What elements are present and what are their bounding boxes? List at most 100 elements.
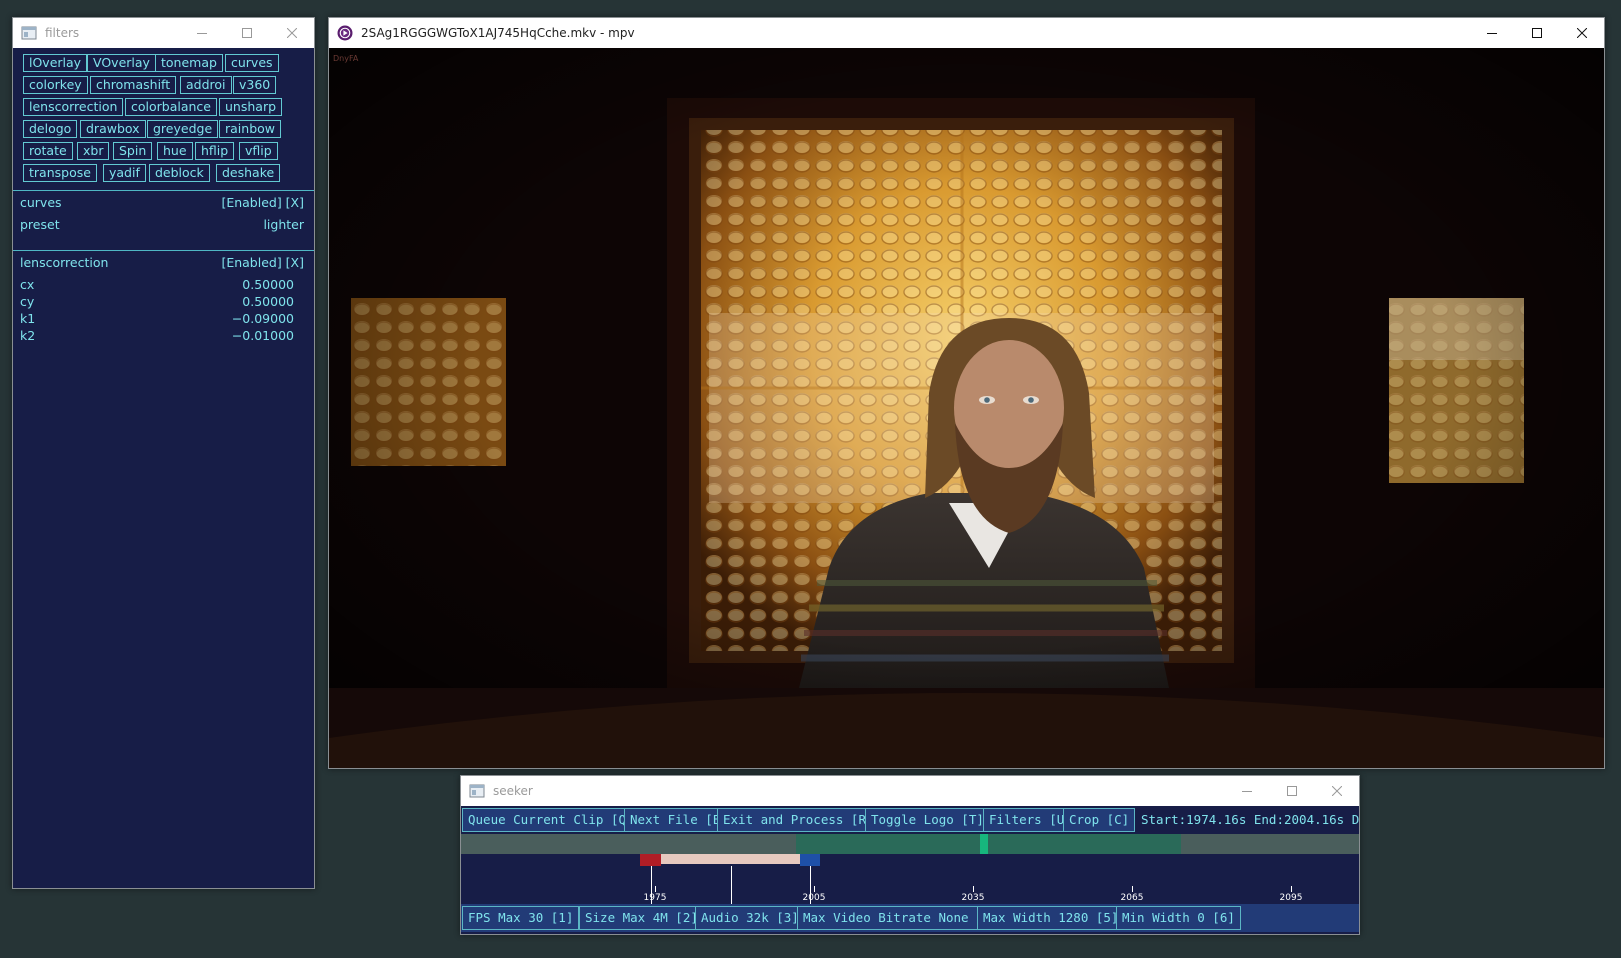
size-max-button[interactable]: Size Max 4M [2] (579, 906, 704, 930)
param-value[interactable]: −0.09000 (232, 310, 294, 328)
filter-chip-curves[interactable]: curves (225, 54, 279, 72)
filter-chip-colorbalance[interactable]: colorbalance (125, 98, 217, 116)
maximize-button[interactable] (1269, 776, 1314, 806)
video-scene (329, 48, 1604, 768)
timeline-tick (1132, 886, 1133, 892)
minimize-icon (1241, 791, 1252, 792)
filter-chip-drawbox[interactable]: drawbox (80, 120, 146, 138)
close-icon (286, 28, 297, 38)
filter-chip-deshake[interactable]: deshake (216, 164, 281, 182)
filter-chip-unsharp[interactable]: unsharp (219, 98, 283, 116)
param-key: cy (20, 294, 35, 309)
filter-chip-greyedge[interactable]: greyedge (147, 120, 219, 138)
filter-chip-chromashift[interactable]: chromashift (90, 76, 177, 94)
crop-button[interactable]: Crop [C] (1063, 808, 1136, 832)
filter-chip-deblock[interactable]: deblock (149, 164, 210, 182)
filter-chip-xbr[interactable]: xbr (77, 142, 110, 160)
video-frame[interactable]: DnyFA (329, 48, 1604, 768)
filters-window: filters lOverlay VOverlay tonemap curves… (12, 17, 315, 889)
close-button[interactable] (1559, 18, 1604, 48)
minimize-icon (196, 33, 207, 34)
filter-chip-rainbow[interactable]: rainbow (219, 120, 281, 138)
filters-titlebar[interactable]: filters (13, 18, 314, 48)
filter-chip-vflip[interactable]: vflip (239, 142, 278, 160)
filter-param-row[interactable]: k1 −0.09000 (20, 310, 304, 328)
filter-chip-colorkey[interactable]: colorkey (23, 76, 88, 94)
filter-param-row[interactable]: cy 0.50000 (20, 293, 304, 311)
maximize-button[interactable] (1514, 18, 1559, 48)
max-video-bitrate-button[interactable]: Max Video Bitrate None [4] (797, 906, 1005, 930)
section-divider (13, 250, 314, 251)
active-filter-header: curves [Enabled] [X] (20, 194, 304, 212)
clip-end-marker[interactable] (800, 854, 820, 866)
filters-panel: lOverlay VOverlay tonemap curves colorke… (13, 48, 314, 888)
filter-chip-spin[interactable]: Spin (113, 142, 153, 160)
timeline-tick (814, 886, 815, 892)
filter-param-row[interactable]: k2 −0.01000 (20, 327, 304, 345)
maximize-button[interactable] (224, 18, 269, 48)
active-filter-status-toggle[interactable]: [Enabled] [X] (221, 254, 304, 272)
mpv-logo-icon (337, 25, 353, 41)
param-key: cx (20, 277, 35, 292)
param-value[interactable]: 0.50000 (242, 293, 294, 311)
window-app-icon (21, 26, 37, 40)
mpv-window: 2SAg1RGGGWGToX1AJ745HqCche.mkv - mpv Dny… (328, 17, 1605, 769)
min-width-button[interactable]: Min Width 0 [6] (1116, 906, 1241, 930)
filter-chip-v360[interactable]: v360 (233, 76, 277, 94)
filter-param-row[interactable]: preset lighter (20, 216, 304, 234)
filter-chip-voverlay[interactable]: VOverlay (87, 54, 156, 72)
timeline[interactable]: 1975 2005 2035 2065 2095 (461, 854, 1359, 904)
close-icon (1576, 28, 1587, 38)
filter-chip-loverlay[interactable]: lOverlay (23, 54, 88, 72)
audio-bitrate-button[interactable]: Audio 32k [3] (695, 906, 805, 930)
queue-clip-button[interactable]: Queue Current Clip [Q] (462, 808, 640, 832)
minimize-button[interactable] (1469, 18, 1514, 48)
seeker-titlebar[interactable]: seeker (461, 776, 1359, 806)
filter-chip-lenscorrection[interactable]: lenscorrection (23, 98, 124, 116)
minimize-icon (1486, 33, 1497, 34)
section-divider (13, 190, 314, 191)
param-value[interactable]: −0.01000 (232, 327, 294, 345)
filter-chip-hue[interactable]: hue (157, 142, 193, 160)
seek-bar-loaded-region (796, 834, 1181, 854)
param-value[interactable]: 0.50000 (242, 276, 294, 294)
filter-chip-delogo[interactable]: delogo (23, 120, 78, 138)
exit-and-process-button[interactable]: Exit and Process [R] (717, 808, 880, 832)
seeker-window: seeker Queue Current Clip [Q] Next File … (460, 775, 1360, 935)
param-value[interactable]: lighter (263, 216, 304, 234)
param-key: k2 (20, 328, 36, 343)
fps-max-button[interactable]: FPS Max 30 [1] (462, 906, 580, 930)
filter-chip-hflip[interactable]: hflip (195, 142, 235, 160)
timeline-tick (655, 886, 656, 892)
filter-chip-rotate[interactable]: rotate (23, 142, 73, 160)
video-osd-text: DnyFA (333, 54, 359, 63)
clip-range-info: Start:1974.16s End:2004.16s Dur: (1141, 812, 1359, 827)
mpv-titlebar[interactable]: 2SAg1RGGGWGToX1AJ745HqCche.mkv - mpv (329, 18, 1604, 48)
filter-chip-addroi[interactable]: addroi (180, 76, 232, 94)
timeline-tick (1291, 886, 1292, 892)
toggle-logo-button[interactable]: Toggle Logo [T] (865, 808, 990, 832)
active-filter-name: lenscorrection (20, 255, 109, 270)
active-filter-name: curves (20, 195, 62, 210)
timeline-tick-label: 2005 (802, 893, 826, 903)
close-button[interactable] (1314, 776, 1359, 806)
close-icon (1331, 786, 1342, 796)
filter-chip-yadif[interactable]: yadif (103, 164, 146, 182)
minimize-button[interactable] (179, 18, 224, 48)
clip-start-marker[interactable] (640, 854, 661, 866)
active-filter-status-toggle[interactable]: [Enabled] [X] (221, 194, 304, 212)
param-key: preset (20, 217, 60, 232)
playback-position-line (731, 866, 732, 904)
clip-range-fill (661, 854, 800, 864)
close-button[interactable] (269, 18, 314, 48)
timeline-tick-label: 2065 (1120, 893, 1144, 903)
max-width-button[interactable]: Max Width 1280 [5] (977, 906, 1125, 930)
filter-chip-transpose[interactable]: transpose (23, 164, 97, 182)
filter-param-row[interactable]: cx 0.50000 (20, 276, 304, 294)
active-filter-header: lenscorrection [Enabled] [X] (20, 254, 304, 272)
minimize-button[interactable] (1224, 776, 1269, 806)
param-key: k1 (20, 311, 36, 326)
playhead-marker[interactable] (980, 834, 988, 854)
filter-chip-tonemap[interactable]: tonemap (155, 54, 223, 72)
seek-bar[interactable] (461, 834, 1359, 854)
